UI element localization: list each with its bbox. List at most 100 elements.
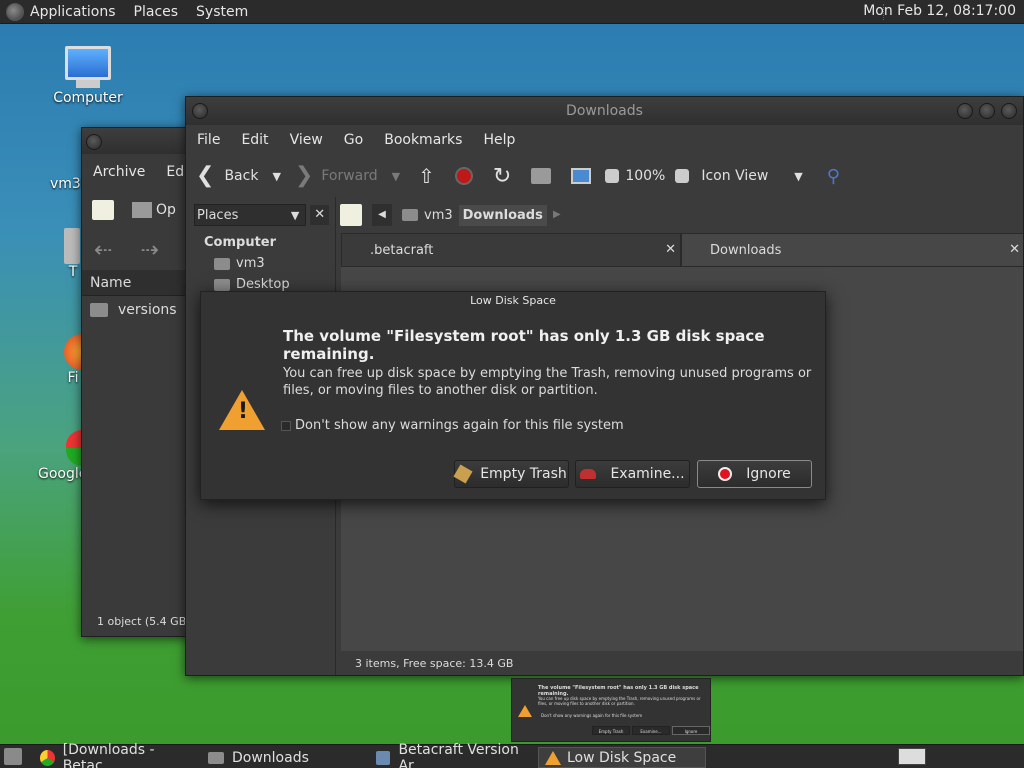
forward-arrow-icon[interactable]: ⇢ xyxy=(140,238,158,263)
side-pane-header: Places ▼ ✕ xyxy=(186,197,335,233)
up-arrow-icon[interactable]: ⇧ xyxy=(418,164,435,188)
places-select[interactable]: Places ▼ xyxy=(194,204,307,226)
menu-help[interactable]: Help xyxy=(483,132,525,148)
menu-archive[interactable]: Archive xyxy=(93,164,155,180)
disk-usage-icon xyxy=(580,469,597,479)
tab-betacraft[interactable]: .betacraft ✕ xyxy=(341,233,681,267)
sidebar-item-home[interactable]: vm3 xyxy=(186,256,335,271)
broom-icon xyxy=(453,464,473,484)
desktop-icon-computer[interactable]: Computer xyxy=(52,46,124,106)
chevron-down-icon[interactable]: ▼ xyxy=(392,170,400,183)
computer-icon[interactable] xyxy=(571,168,592,184)
archive-menubar: Archive Edit xyxy=(82,154,200,190)
examine-button[interactable]: Examine... xyxy=(575,460,690,488)
chrome-icon xyxy=(66,430,82,466)
dont-show-checkbox[interactable]: Don't show any warnings again for this f… xyxy=(281,418,624,433)
list-item-label: versions xyxy=(118,302,177,318)
back-button[interactable]: ❮ Back ▼ xyxy=(196,165,281,187)
workspace-switcher[interactable] xyxy=(898,748,926,765)
preview-checkbox-label: Don't show any warnings again for this f… xyxy=(541,713,643,718)
desktop-icon-chrome[interactable]: Google xyxy=(38,430,88,482)
new-archive-icon[interactable] xyxy=(92,200,114,220)
minimize-button[interactable] xyxy=(957,103,973,119)
folder-icon xyxy=(90,303,108,317)
task-downloads-betacraft[interactable]: [Downloads - Betac... xyxy=(34,742,200,768)
menu-applications[interactable]: Applications xyxy=(30,4,116,20)
path-left-icon[interactable]: ◀ xyxy=(372,204,392,226)
path-right-icon[interactable]: ▶ xyxy=(547,204,567,226)
archive-window[interactable]: Archive Edit Op ⇠ ⇢ Name versions 1 obje… xyxy=(81,127,201,637)
task-low-disk-space[interactable]: Low Disk Space xyxy=(538,747,706,768)
desktop-icon-firefox[interactable]: Fi xyxy=(64,334,82,386)
edit-location-icon[interactable] xyxy=(340,204,362,226)
open-button-label[interactable]: Op xyxy=(156,202,176,218)
archive-status: 1 object (5.4 GB) xyxy=(82,608,200,636)
show-desktop-icon[interactable] xyxy=(4,748,22,765)
zoom-out-icon[interactable] xyxy=(605,169,620,183)
sidebar-item-desktop[interactable]: Desktop xyxy=(186,277,335,292)
distro-logo-icon[interactable] xyxy=(6,2,24,21)
firefox-icon xyxy=(64,334,82,370)
dialog-body: You can free up disk space by emptying t… xyxy=(283,366,812,398)
back-label: Back xyxy=(224,168,259,184)
dialog-title[interactable]: Low Disk Space xyxy=(201,292,825,310)
chevron-down-icon: ▼ xyxy=(290,208,300,222)
archive-nav: ⇠ ⇢ xyxy=(82,230,200,270)
menu-system[interactable]: System xyxy=(196,4,248,20)
stop-icon[interactable] xyxy=(454,167,473,185)
menu-edit[interactable]: Edit xyxy=(241,132,278,148)
window-menu-button[interactable] xyxy=(192,103,208,119)
checkbox-box[interactable] xyxy=(281,420,291,431)
forward-button[interactable]: ❯ Forward ▼ xyxy=(295,165,400,187)
close-button[interactable] xyxy=(1001,103,1017,119)
task-betacraft-version[interactable]: Betacraft Version Ar... xyxy=(370,742,536,768)
clock[interactable]: Mon Feb 12, 08:17:00 xyxy=(863,3,1016,19)
search-icon[interactable]: ⚲ xyxy=(827,166,840,187)
warning-icon xyxy=(518,705,532,717)
desktop-icon-label: Google xyxy=(38,466,88,482)
menu-view[interactable]: View xyxy=(290,132,333,148)
desktop-icon-label: vm3' xyxy=(50,176,85,192)
back-arrow-icon[interactable]: ⇠ xyxy=(94,238,112,263)
chevron-down-icon: ▼ xyxy=(794,169,803,183)
preview-body: You can free up disk space by emptying t… xyxy=(538,696,701,706)
zoom-in-icon[interactable] xyxy=(675,169,690,183)
column-header-name[interactable]: Name xyxy=(82,270,200,296)
home-icon[interactable] xyxy=(531,168,552,184)
ignore-button[interactable]: Ignore xyxy=(697,460,812,488)
window-preview[interactable]: The volume "Filesystem root" has only 1.… xyxy=(511,678,711,742)
close-tab-icon[interactable]: ✕ xyxy=(665,242,676,257)
task-downloads[interactable]: Downloads xyxy=(202,747,368,768)
zoom-level[interactable]: 100% xyxy=(625,168,665,184)
trash-icon xyxy=(64,228,80,264)
view-mode-select[interactable]: Icon View ▼ xyxy=(701,168,802,184)
menu-places[interactable]: Places xyxy=(134,4,179,20)
sidebar-item-label: Desktop xyxy=(236,277,290,292)
close-tab-icon[interactable]: ✕ xyxy=(1009,242,1020,257)
window-menu-button[interactable] xyxy=(86,134,102,150)
forward-arrow-icon: ❯ xyxy=(294,163,314,188)
folder-icon xyxy=(214,278,230,291)
desktop-icon-trash[interactable]: T xyxy=(64,228,82,280)
list-item[interactable]: versions xyxy=(82,296,200,324)
window-title: Downloads xyxy=(566,103,643,119)
empty-trash-button[interactable]: Empty Trash xyxy=(453,460,569,488)
open-icon[interactable] xyxy=(132,202,152,218)
close-pane-icon[interactable]: ✕ xyxy=(310,205,329,225)
archive-titlebar[interactable] xyxy=(82,128,200,154)
folder-icon xyxy=(208,751,224,764)
menu-file[interactable]: File xyxy=(197,132,230,148)
location-bar: ◀ vm3 Downloads ▶ xyxy=(340,201,567,229)
chevron-down-icon[interactable]: ▼ xyxy=(272,170,280,183)
low-disk-space-dialog[interactable]: Low Disk Space The volume "Filesystem ro… xyxy=(200,291,826,500)
reload-icon[interactable]: ↻ xyxy=(493,164,511,189)
taskbar: [Downloads - Betac... Downloads Betacraf… xyxy=(0,742,1024,768)
menu-bookmarks[interactable]: Bookmarks xyxy=(384,132,472,148)
path-button-downloads[interactable]: Downloads xyxy=(458,204,547,226)
maximize-button[interactable] xyxy=(979,103,995,119)
tab-downloads[interactable]: Downloads ✕ xyxy=(681,233,1023,267)
menu-go[interactable]: Go xyxy=(344,132,373,148)
desktop-icon-home[interactable]: vm3' xyxy=(50,176,85,192)
downloads-titlebar[interactable]: Downloads xyxy=(186,97,1023,125)
path-button-vm3[interactable]: vm3 xyxy=(396,208,459,223)
